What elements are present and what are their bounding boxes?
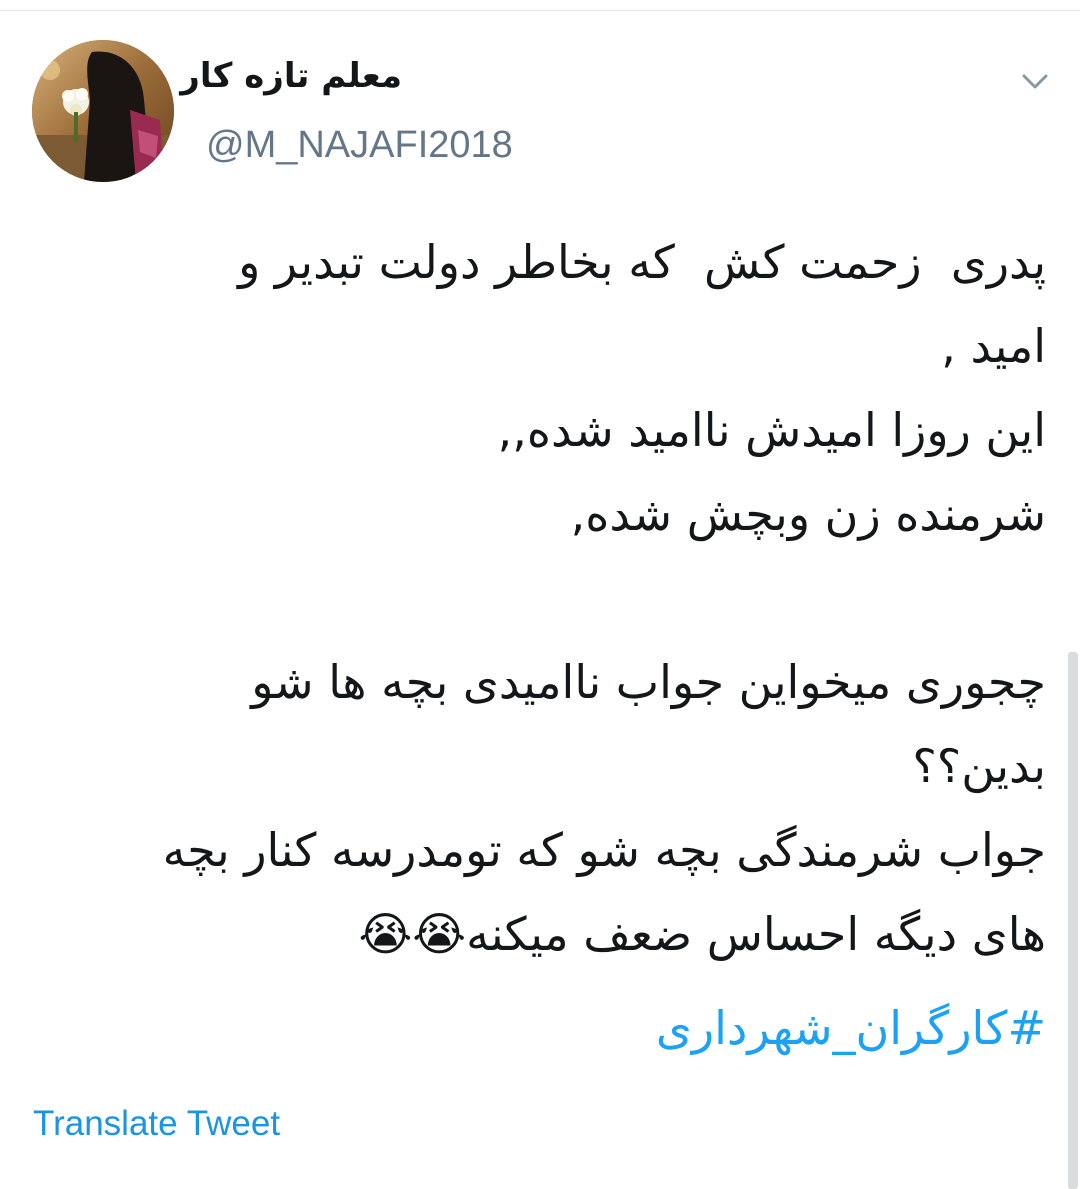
tweet-line: امید , [941, 319, 1046, 373]
top-divider [0, 0, 1080, 11]
tweet-line: شرمنده زن وبچش شده, [570, 487, 1046, 541]
tweet-body: پدری زحمت کش که بخاطر دولت تبدیر و امید ,… [126, 220, 1046, 976]
tweet-line: بدین؟؟ [912, 739, 1046, 793]
translate-tweet-link[interactable]: Translate Tweet [33, 1104, 280, 1144]
chevron-down-icon [1022, 74, 1048, 89]
hashtag-link[interactable]: #کارگران_شهرداری [656, 998, 1046, 1058]
author-handle[interactable]: @M_NAJAFI2018 [206, 124, 513, 167]
tweet-line: جواب شرمندگی بچه شو که تومدرسه کنار بچه [162, 823, 1046, 877]
author-display-name[interactable]: معلم تازه کار [180, 56, 402, 96]
scrollbar[interactable] [1068, 652, 1078, 1189]
tweet-line: پدری زحمت کش که بخاطر دولت تبدیر و [238, 235, 1046, 289]
avatar[interactable] [32, 40, 174, 182]
avatar-image [32, 40, 174, 182]
tweet-menu-button[interactable] [1018, 66, 1052, 96]
tweet-line: این روزا امیدش ناامید شده,, [497, 403, 1046, 457]
tweet-line: های دیگه احساس ضعف میکنه😭😭 [358, 907, 1046, 961]
tweet-line: چجوری میخواین جواب ناامیدی بچه ها شو [251, 655, 1046, 709]
